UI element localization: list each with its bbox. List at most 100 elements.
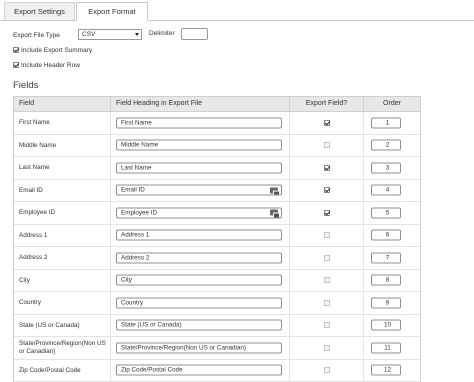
export-cell — [290, 180, 364, 202]
order-input[interactable]: 2 — [371, 140, 401, 151]
heading-cell: Address 1 — [111, 225, 290, 247]
heading-cell: First Name — [111, 112, 290, 134]
table-row: First Name First Name 1 — [14, 112, 420, 135]
tab-export-format[interactable]: Export Format — [76, 2, 148, 21]
field-name: Address 1 — [14, 225, 111, 247]
field-name-text: State (US or Canada) — [19, 322, 80, 330]
heading-value: Zip Code/Postal Code — [121, 367, 183, 374]
heading-value: State (US or Canada) — [121, 322, 182, 329]
order-input[interactable]: 12 — [371, 365, 401, 376]
fields-table: Field Field Heading in Export File Expor… — [13, 96, 421, 382]
heading-input[interactable]: Country — [116, 297, 282, 308]
field-name: Zip Code/Postal Code — [14, 360, 111, 382]
table-header: Field Field Heading in Export File Expor… — [14, 97, 420, 112]
order-input[interactable]: 3 — [371, 162, 401, 173]
heading-value: State/Province/Region(Non US or Canadian… — [121, 344, 246, 351]
chevron-down-icon — [135, 33, 139, 36]
export-checkbox[interactable] — [324, 367, 330, 373]
field-name: City — [14, 270, 111, 292]
field-name-text: Address 2 — [19, 254, 47, 262]
order-cell: 12 — [364, 360, 420, 382]
heading-input[interactable]: State (US or Canada) — [116, 320, 282, 331]
heading-input[interactable]: Address 2 — [116, 252, 282, 263]
export-checkbox[interactable] — [324, 277, 330, 283]
export-checkbox[interactable] — [324, 255, 330, 261]
heading-input[interactable]: Email ID — [116, 185, 282, 196]
delimiter-input[interactable] — [181, 28, 208, 40]
order-input[interactable]: 8 — [371, 275, 401, 286]
export-cell — [290, 337, 364, 359]
header-field: Field — [14, 97, 111, 111]
heading-value: Address 1 — [121, 232, 149, 239]
tab-export-settings[interactable]: Export Settings — [4, 2, 75, 20]
order-input[interactable]: 9 — [371, 297, 401, 308]
heading-input[interactable]: City — [116, 275, 282, 286]
heading-cell: City — [111, 270, 290, 292]
export-cell — [290, 292, 364, 314]
order-cell: 2 — [364, 135, 420, 157]
order-input[interactable]: 6 — [371, 230, 401, 241]
header-export: Export Field? — [290, 97, 364, 111]
file-type-row: Export File Type — [13, 29, 60, 41]
tab-bar: Export Settings Export Format — [0, 0, 474, 21]
heading-cell: Country — [111, 292, 290, 314]
order-cell: 11 — [364, 337, 420, 359]
field-name-text: Last Name — [19, 164, 49, 172]
heading-cell: Employee ID — [111, 202, 290, 224]
heading-input[interactable]: Middle Name — [116, 140, 282, 151]
heading-input[interactable]: Zip Code/Postal Code — [116, 365, 282, 376]
field-name-text: Employee ID — [19, 209, 55, 217]
keyboard-icon[interactable] — [270, 210, 278, 216]
export-checkbox[interactable] — [324, 210, 330, 216]
fields-title: Fields — [13, 80, 38, 91]
export-checkbox[interactable] — [324, 165, 330, 171]
export-checkbox[interactable] — [324, 120, 330, 126]
include-summary-label: Include Export Summary — [21, 47, 92, 54]
keyboard-icon[interactable] — [270, 187, 278, 193]
heading-input[interactable]: Last Name — [116, 162, 282, 173]
export-checkbox[interactable] — [324, 322, 330, 328]
order-input[interactable]: 1 — [371, 117, 401, 128]
export-checkbox[interactable] — [324, 142, 330, 148]
field-name-text: Email ID — [19, 187, 43, 195]
table-row: Email ID Email ID 4 — [14, 180, 420, 203]
field-name: Email ID — [14, 180, 111, 202]
order-input[interactable]: 10 — [371, 320, 401, 331]
table-row: Middle NameMiddle Name2 — [14, 135, 420, 158]
heading-input[interactable]: State/Province/Region(Non US or Canadian… — [116, 342, 282, 353]
table-row: Address 1 Address 1 6 — [14, 225, 420, 248]
order-input[interactable]: 4 — [371, 185, 401, 196]
field-name: Last Name — [14, 157, 111, 179]
field-name: First Name — [14, 112, 111, 134]
heading-input[interactable]: First Name — [116, 117, 282, 128]
include-header-checkbox[interactable] — [13, 62, 19, 68]
export-checkbox[interactable] — [324, 345, 330, 351]
export-cell — [290, 135, 364, 157]
export-cell — [290, 315, 364, 337]
table-row: Last Name Last Name 3 — [14, 157, 420, 180]
include-summary-checkbox[interactable] — [13, 47, 19, 53]
table-row: Zip Code/Postal Code Zip Code/Postal Code… — [14, 360, 420, 382]
order-input[interactable]: 11 — [371, 342, 401, 353]
file-type-select[interactable]: CSV — [78, 29, 142, 40]
field-name-text: City — [19, 277, 30, 285]
heading-cell: State/Province/Region(Non US or Canadian… — [111, 337, 290, 359]
export-checkbox[interactable] — [324, 187, 330, 193]
order-cell: 6 — [364, 225, 420, 247]
heading-input[interactable]: Employee ID — [116, 207, 282, 218]
export-cell — [290, 247, 364, 269]
header-order: Order — [364, 97, 420, 111]
table-row: City City 8 — [14, 270, 420, 293]
export-checkbox[interactable] — [324, 300, 330, 306]
heading-input[interactable]: Address 1 — [116, 230, 282, 241]
heading-cell: Email ID — [111, 180, 290, 202]
table-row: Employee ID Employee ID 5 — [14, 202, 420, 225]
export-checkbox[interactable] — [324, 232, 330, 238]
order-input[interactable]: 7 — [371, 252, 401, 263]
heading-value: City — [121, 277, 132, 284]
export-cell — [290, 270, 364, 292]
order-input[interactable]: 5 — [371, 207, 401, 218]
order-cell: 10 — [364, 315, 420, 337]
heading-cell: Last Name — [111, 157, 290, 179]
export-cell — [290, 157, 364, 179]
